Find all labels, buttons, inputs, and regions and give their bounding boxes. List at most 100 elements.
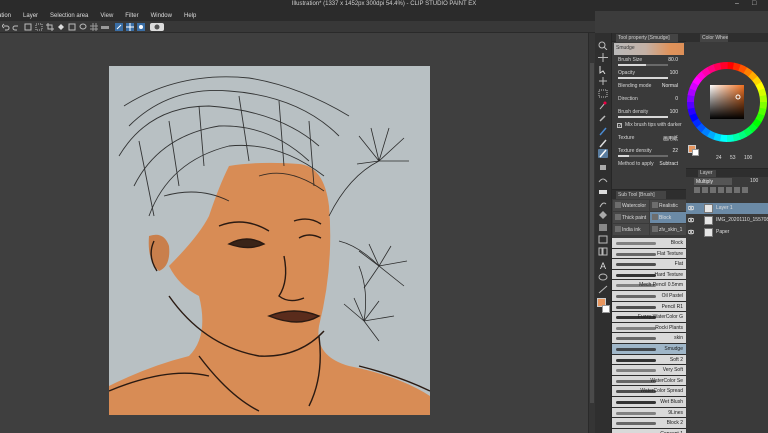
brush-list-item[interactable]: Block xyxy=(612,238,686,249)
hue-segment[interactable] xyxy=(726,134,734,142)
brush-density-row[interactable]: Brush density 100 xyxy=(612,108,686,121)
brush-list-item[interactable]: Smudge xyxy=(612,343,686,355)
texture-row[interactable]: Texture 画用紙 xyxy=(612,134,686,147)
color-sub-swatch[interactable] xyxy=(692,149,699,156)
brush-list-item[interactable]: skin xyxy=(612,333,686,344)
saturation-value[interactable]: 53 xyxy=(730,155,736,161)
decoration-icon[interactable] xyxy=(598,175,608,184)
eye-icon[interactable] xyxy=(688,217,694,223)
mask-icon[interactable] xyxy=(734,187,740,193)
brush-list-item[interactable]: Concept 1 xyxy=(612,428,686,433)
texture-density-row[interactable]: Texture density 22 xyxy=(612,147,686,160)
grid-icon[interactable] xyxy=(90,23,98,31)
move-icon[interactable] xyxy=(598,53,608,62)
brush-list-item[interactable]: Flat xyxy=(612,259,686,270)
new-layer-icon[interactable] xyxy=(694,187,700,193)
menu-selection-area[interactable]: Selection area xyxy=(46,13,96,19)
eye-icon[interactable] xyxy=(688,205,694,211)
blending-mode-select[interactable]: Normal xyxy=(662,83,678,89)
color-wheel-tab[interactable]: Color Wheel xyxy=(700,34,728,42)
operation-icon[interactable] xyxy=(598,65,608,74)
zoom-icon[interactable] xyxy=(598,41,608,50)
menu-view[interactable]: View xyxy=(96,13,121,19)
figure-icon[interactable] xyxy=(598,235,608,244)
maximize-button[interactable]: □ xyxy=(752,0,756,7)
layer-row[interactable]: Layer 1 xyxy=(686,203,768,214)
ruler-icon[interactable] xyxy=(101,23,109,31)
layer-row[interactable]: Paper xyxy=(686,227,768,238)
canvas-scrollbar[interactable] xyxy=(588,33,595,433)
menu-help[interactable]: Help xyxy=(180,13,204,19)
brush-list-item[interactable]: Rocki Plants xyxy=(612,322,686,334)
brush-density-slider[interactable] xyxy=(618,116,668,118)
frame-icon[interactable] xyxy=(598,247,608,256)
pencil-icon[interactable] xyxy=(598,139,608,148)
lock-layer-icon[interactable] xyxy=(726,187,732,193)
brush-list-item[interactable]: Pencil R1 xyxy=(612,301,686,313)
blending-mode-row[interactable]: Blending mode Normal xyxy=(612,82,686,95)
layer-tab[interactable]: Layer xyxy=(698,170,716,177)
menu-illustration[interactable]: ration xyxy=(0,13,19,19)
hue-segment[interactable] xyxy=(720,62,728,70)
method-to-apply-row[interactable]: Method to apply Subtract xyxy=(612,160,686,173)
mix-brush-tips-checkbox[interactable]: ✓ xyxy=(617,123,622,129)
clear-icon[interactable] xyxy=(24,23,32,31)
brush-list-item[interactable]: Wet Blush xyxy=(612,396,686,408)
gradient-icon[interactable] xyxy=(598,223,608,232)
brush-icon[interactable] xyxy=(598,149,608,158)
transform-icon[interactable] xyxy=(35,23,43,31)
menu-filter[interactable]: Filter xyxy=(121,13,146,19)
sub-color-swatch[interactable] xyxy=(602,305,610,313)
texture-density-slider[interactable] xyxy=(618,155,668,157)
snap-ruler-icon[interactable] xyxy=(137,23,145,31)
brush-size-value[interactable]: 80.0 xyxy=(668,57,678,63)
sub-tool-group-item[interactable]: Watercolor xyxy=(613,200,649,211)
sub-tool-group-item[interactable]: Thick paint xyxy=(613,212,649,223)
color-wheel[interactable] xyxy=(686,61,768,143)
selection-tool-icon[interactable] xyxy=(598,89,608,98)
brush-size-slider[interactable] xyxy=(618,64,668,66)
brush-list-item[interactable]: Hard Texture xyxy=(612,269,686,281)
minimize-button[interactable]: – xyxy=(735,0,739,7)
fill-icon[interactable] xyxy=(57,23,65,31)
hue-segment[interactable] xyxy=(759,95,767,103)
new-vector-layer-icon[interactable] xyxy=(702,187,708,193)
method-to-apply-select[interactable]: Subtract xyxy=(659,161,678,167)
undo-icon[interactable] xyxy=(2,23,10,31)
redo-icon[interactable] xyxy=(12,23,20,31)
menu-layer[interactable]: Layer xyxy=(19,13,46,19)
brightness-value[interactable]: 100 xyxy=(744,155,752,161)
sub-tool-tab[interactable]: Sub Tool [Brush] xyxy=(616,191,666,199)
direction-row[interactable]: Direction 0 xyxy=(612,95,686,108)
eyedropper-icon[interactable] xyxy=(598,113,608,122)
brush-list-item[interactable]: WaterColor Se xyxy=(612,375,686,387)
snap-special-ruler-icon[interactable] xyxy=(115,23,123,31)
sub-tool-group-item[interactable]: Realistic xyxy=(650,200,686,211)
opacity-row[interactable]: Opacity 100 xyxy=(612,69,686,82)
brush-size-row[interactable]: Brush Size 80.0 xyxy=(612,56,686,69)
correct-line-icon[interactable] xyxy=(598,285,608,294)
blend-icon[interactable] xyxy=(598,199,608,208)
new-folder-icon[interactable] xyxy=(710,187,716,193)
mix-brush-tips-row[interactable]: ✓ Mix brush tips with darker xyxy=(612,121,686,134)
opacity-value[interactable]: 100 xyxy=(670,70,678,76)
pen-icon[interactable] xyxy=(598,127,608,136)
eraser-icon[interactable] xyxy=(598,187,608,196)
layer-opacity-value[interactable]: 100 xyxy=(750,178,758,184)
brush-list-item[interactable]: Mech Pencil 0.5mm xyxy=(612,280,686,291)
brush-list-item[interactable]: Very Soft xyxy=(612,365,686,376)
canvas-artwork[interactable] xyxy=(109,66,430,415)
lasso-icon[interactable] xyxy=(79,23,87,31)
brush-list-item[interactable]: Soft 2 xyxy=(612,354,686,366)
brush-list-item[interactable]: 9Lines xyxy=(612,407,686,419)
hue-segment[interactable] xyxy=(687,101,695,109)
brush-list-item[interactable]: Flat Texture xyxy=(612,248,686,260)
companion-icon[interactable] xyxy=(150,23,164,31)
sub-tool-group-item[interactable]: India ink xyxy=(613,224,649,235)
fill-tool-icon[interactable] xyxy=(598,211,608,220)
sub-tool-group-item[interactable]: Block xyxy=(650,212,686,223)
crop-icon[interactable] xyxy=(46,23,54,31)
clip-layer-icon[interactable] xyxy=(718,187,724,193)
brush-density-value[interactable]: 100 xyxy=(670,109,678,115)
eye-icon[interactable] xyxy=(688,229,694,235)
